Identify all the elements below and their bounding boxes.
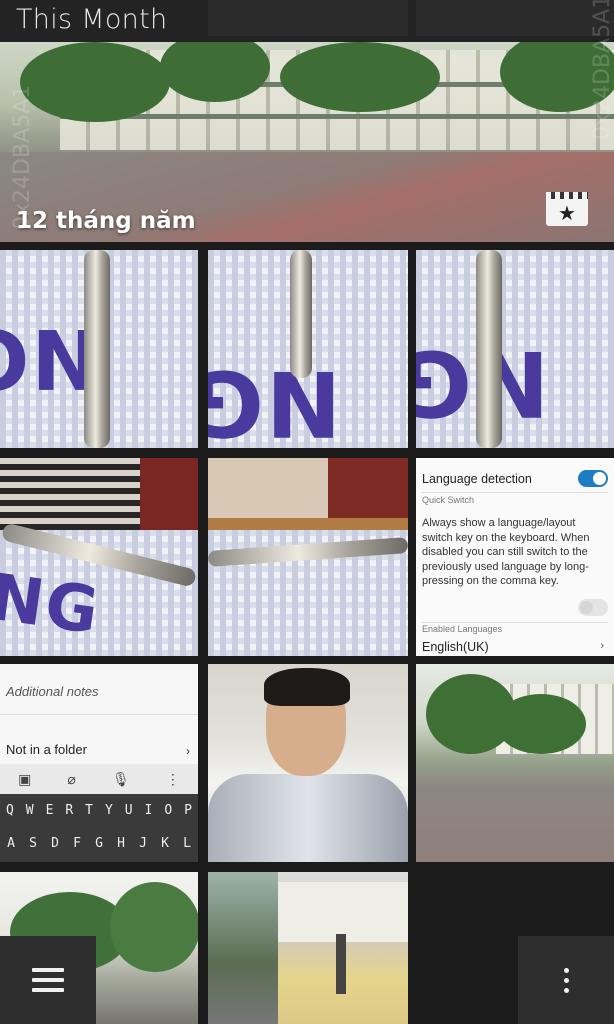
chevron-right-icon: › <box>186 744 190 758</box>
chevron-right-icon: › <box>600 640 604 652</box>
header-thumb <box>416 0 614 36</box>
photo-thumbnail[interactable]: NG <box>416 250 614 448</box>
settings-screenshot[interactable]: Language detection Quick Switch Always s… <box>416 458 614 656</box>
keyboard-key: I <box>144 803 153 818</box>
keyboard-key: W <box>25 803 34 818</box>
keyboard-key: J <box>139 836 147 851</box>
photo-thumbnail[interactable] <box>208 458 408 656</box>
photo-thumbnail[interactable]: NG <box>0 458 198 656</box>
keyboard-key: T <box>85 803 93 818</box>
keyboard-key: O <box>164 803 173 818</box>
page-title: This Month <box>16 4 168 35</box>
keyboard-key: K <box>161 836 169 851</box>
hamburger-menu-icon[interactable] <box>0 936 96 1024</box>
microphone-icon: 🎙 <box>111 770 130 787</box>
keyboard-key: G <box>95 836 103 851</box>
camera-icon: ▣ <box>18 770 32 787</box>
keyboard-key: U <box>124 803 133 818</box>
keyboard-key: D <box>51 836 59 851</box>
toggle-switch-off <box>578 599 608 616</box>
pen <box>208 537 408 567</box>
photo-thumbnail[interactable] <box>208 872 408 1024</box>
notes-screenshot[interactable]: Additional notes Not in a folder › ▣ ⌀ 🎙… <box>0 664 198 862</box>
photo-person-hair <box>264 668 350 706</box>
keyboard-key: F <box>73 836 81 851</box>
keyboard-row: ASDFGHJKL <box>0 827 198 860</box>
album-caption: 12 tháng năm <box>16 208 196 234</box>
photo-thumbnail[interactable] <box>208 664 408 862</box>
paperclip-icon: ⌀ <box>67 770 76 787</box>
overflow-more-icon[interactable] <box>518 936 614 1024</box>
keyboard-key: R <box>65 803 74 818</box>
keyboard-key: S <box>29 836 37 851</box>
photo-thumbnail[interactable] <box>416 664 614 862</box>
keyboard-key: A <box>7 836 15 851</box>
keyboard-toolbar: ▣ ⌀ 🎙 ⋮ <box>0 764 198 794</box>
keyboard: QWERTYUIOP ASDFGHJKL <box>0 794 198 862</box>
keyboard-key: H <box>117 836 125 851</box>
photo-thumbnail[interactable]: NG <box>0 250 198 448</box>
keyboard-key: Y <box>104 803 113 818</box>
header-thumb <box>208 0 408 36</box>
star-clapperboard-icon[interactable]: ★ <box>546 192 588 226</box>
photo-tree <box>20 42 170 122</box>
photo-thumbnail[interactable]: NG <box>208 250 408 448</box>
photo-person-shirt <box>208 774 408 862</box>
keyboard-key: Q <box>5 803 14 818</box>
keyboard-key: E <box>45 803 54 818</box>
keyboard-key: P <box>184 803 192 818</box>
pen <box>290 250 312 378</box>
toggle-switch-on <box>578 470 608 487</box>
header-bar: This Month <box>0 0 614 42</box>
keyboard-key: L <box>183 836 191 851</box>
keyboard-row: QWERTYUIOP <box>0 794 198 827</box>
pen <box>476 250 502 448</box>
photo-tree <box>280 42 440 112</box>
more-icon: ⋮ <box>165 770 180 787</box>
pen <box>84 250 110 448</box>
hero-photo[interactable]: 12 tháng năm ★ <box>0 42 614 242</box>
